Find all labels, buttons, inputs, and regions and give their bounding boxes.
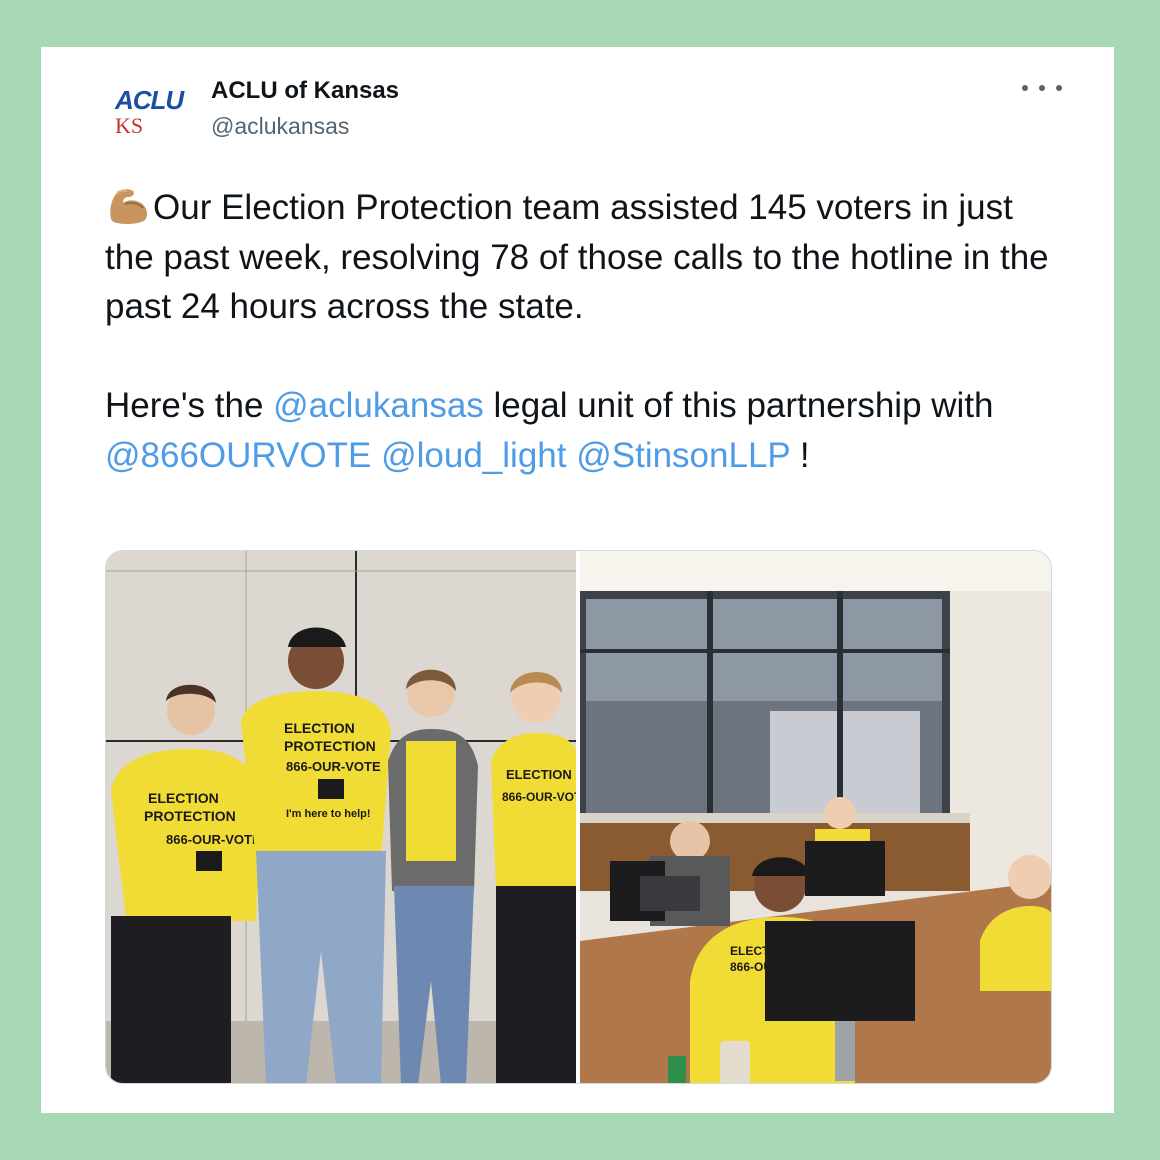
mention-link[interactable]: @aclukansas [273, 386, 484, 425]
user-handle[interactable]: @aclukansas [211, 113, 349, 140]
tweet-body-text: legal unit of this partnership with [483, 386, 994, 425]
shirt-text: 866-OUR-VOTE [286, 759, 381, 774]
shirt-text: 866-OUR-VOTE [166, 832, 261, 847]
tweet-body-text: ! [790, 435, 810, 475]
shirt-text: 866-OUR-VOTE [502, 790, 576, 804]
mention-link[interactable]: @StinsonLLP [576, 436, 790, 475]
dot [1056, 85, 1062, 91]
dot [1022, 85, 1028, 91]
office-photo-illustration: ELECTION 866-OUR-VOTE [580, 551, 1051, 1083]
dot [1039, 85, 1045, 91]
shirt-text: PROTECTION [144, 808, 236, 824]
tweet-body-text: Our Election Protection team assisted 14… [105, 188, 1049, 326]
tweet-paragraph-1: Our Election Protection team assisted 14… [105, 183, 1065, 332]
more-options-icon[interactable] [1022, 81, 1062, 95]
mention-link[interactable]: @866OURVOTE [105, 436, 371, 475]
ks-logo-text: KS [115, 113, 144, 138]
tweet-body-text: Here's the [105, 386, 274, 425]
media-grid: ELECTION PROTECTION 866-OUR-VOTE ELECTIO… [105, 550, 1052, 1084]
photo-team-working[interactable]: ELECTION 866-OUR-VOTE [580, 551, 1051, 1083]
shirt-text: I'm here to help! [286, 808, 371, 820]
aclu-logo-text: ACLU [115, 85, 184, 115]
shirt-text: ELECTION [284, 720, 355, 736]
mention-link[interactable]: @loud_light [381, 436, 566, 475]
avatar[interactable]: ACLU KS [109, 83, 187, 138]
shirt-text: ELECTION [506, 767, 572, 782]
flexed-biceps-icon [105, 185, 153, 225]
tweet-text: Our Election Protection team assisted 14… [105, 183, 1065, 480]
photo-team-standing[interactable]: ELECTION PROTECTION 866-OUR-VOTE ELECTIO… [106, 551, 576, 1083]
tweet-card: ACLU KS ACLU of Kansas @aclukansas Our E… [41, 47, 1114, 1113]
display-name[interactable]: ACLU of Kansas [211, 77, 399, 105]
shirt-text: ELECTION [148, 790, 219, 806]
shirt-text: PROTECTION [284, 738, 376, 754]
tweet-paragraph-2: Here's the @aclukansas legal unit of thi… [105, 381, 1065, 480]
team-photo-illustration: ELECTION PROTECTION 866-OUR-VOTE ELECTIO… [106, 551, 576, 1083]
